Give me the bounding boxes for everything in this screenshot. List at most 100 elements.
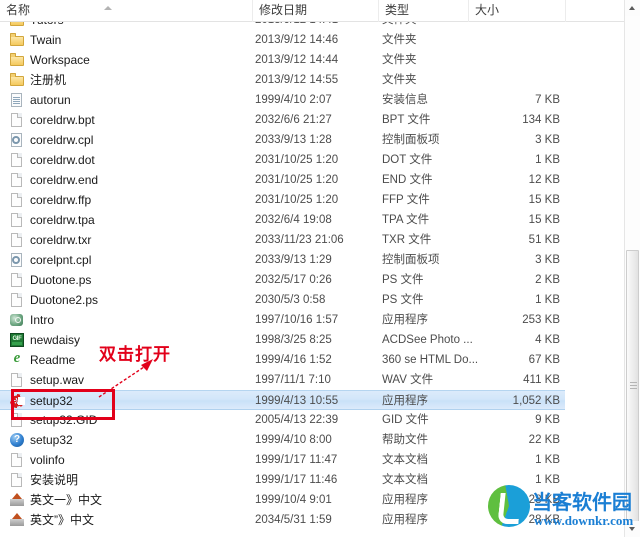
column-header-spacer [566,0,612,22]
file-name-cell: 注册机 [30,73,67,87]
column-header-size-label: 大小 [475,3,500,17]
table-row[interactable]: coreldrw.tpa 2032/6/4 19:08 TPA 文件 15 KB [0,210,612,230]
file-name-cell: Intro [30,313,55,327]
date-modified-cell: 2031/10/25 1:20 [255,194,339,206]
watermark-logo-icon [488,485,530,527]
file-name-cell: coreldrw.dot [30,153,95,167]
column-header-type-label: 类型 [385,3,410,17]
vertical-scrollbar[interactable] [624,0,640,537]
table-row[interactable]: setup32 1999/4/13 10:55 应用程序 1,052 KB [0,390,565,410]
table-row[interactable]: Workspace 2013/9/12 14:44 文件夹 [0,50,612,70]
file-size-cell: 1,052 KB [512,395,560,407]
file-size-cell: 2 KB [535,274,560,286]
file-name-cell: 安装说明 [30,473,79,487]
file-size-cell: 134 KB [522,114,560,126]
date-modified-cell: 2032/6/4 19:08 [255,214,332,226]
table-row[interactable]: setup.wav 1997/11/1 7:10 WAV 文件 411 KB [0,370,612,390]
watermark-title: 当客软件园 [532,490,632,514]
sort-ascending-icon [104,6,112,10]
date-modified-cell: 1997/10/16 1:57 [255,314,339,326]
table-row[interactable]: setup32 1999/4/10 8:00 帮助文件 22 KB [0,430,612,450]
date-modified-cell: 2013/9/12 14:46 [255,34,339,46]
date-modified-cell: 2031/10/25 1:20 [255,174,339,186]
file-type-cell: 文件夹 [382,34,417,46]
file-type-cell: 应用程序 [382,494,428,506]
file-explorer-list-view: 名称 修改日期 类型 大小 Tutors2013/9/12 14:41文件夹Tw… [0,0,640,537]
date-modified-cell: 1999/4/10 2:07 [255,94,332,106]
file-name-cell: Duotone2.ps [30,293,99,307]
scrollbar-grip-icon [630,382,637,390]
date-modified-cell: 2030/5/3 0:58 [255,294,326,306]
date-modified-cell: 2034/5/31 1:59 [255,514,332,526]
table-row[interactable]: coreldrw.end 2031/10/25 1:20 END 文件 12 KB [0,170,612,190]
file-size-cell: 1 KB [535,154,560,166]
column-header-name-label: 名称 [6,3,31,17]
table-row[interactable]: setup32.GID 2005/4/13 22:39 GID 文件 9 KB [0,410,612,430]
table-row[interactable]: Duotone2.ps 2030/5/3 0:58 PS 文件 1 KB [0,290,612,310]
table-row[interactable]: coreldrw.txr 2033/11/23 21:06 TXR 文件 51 KB [0,230,612,250]
table-row[interactable]: coreldrw.dot 2031/10/25 1:20 DOT 文件 1 KB [0,150,612,170]
file-type-cell: BPT 文件 [382,114,431,126]
file-size-cell: 9 KB [535,414,560,426]
file-size-cell: 3 KB [535,134,560,146]
date-modified-cell: 2005/4/13 22:39 [255,414,339,426]
table-row[interactable]: coreldrw.cpl 2033/9/13 1:28 控制面板项 3 KB [0,130,612,150]
table-row[interactable]: Readme1999/4/16 1:52360 se HTML Do...67 … [0,350,612,370]
watermark-url: www.downkr.com [534,513,634,528]
table-row[interactable]: coreldrw.bpt 2032/6/6 21:27 BPT 文件 134 KB [0,110,612,130]
table-row[interactable]: Twain 2013/9/12 14:46 文件夹 [0,30,612,50]
file-size-cell [470,30,560,50]
file-name-cell: coreldrw.bpt [30,113,95,127]
table-row[interactable]: Duotone.ps 2032/5/17 0:26 PS 文件 2 KB [0,270,612,290]
file-size-cell: 411 KB [523,374,560,386]
date-modified-cell: 1997/11/1 7:10 [255,374,331,386]
table-row[interactable]: 注册机 2013/9/12 14:55 文件夹 [0,70,612,90]
table-row[interactable]: volinfo 1999/1/17 11:47 文本文档 1 KB [0,450,612,470]
column-header-date-modified[interactable]: 修改日期 [253,0,379,22]
file-type-cell: 文本文档 [382,474,428,486]
date-modified-cell: 2031/10/25 1:20 [255,154,339,166]
date-modified-cell: 1998/3/25 8:25 [255,334,332,346]
file-type-cell: 文本文档 [382,454,428,466]
date-modified-cell: 1999/10/4 9:01 [255,494,332,506]
date-modified-cell: 2013/9/12 14:55 [255,74,339,86]
file-type-cell: PS 文件 [382,274,424,286]
file-size-cell [470,50,560,70]
file-name-cell: Twain [30,33,62,47]
column-header-size[interactable]: 大小 [469,0,566,22]
file-name-cell: 英文一》中文 [30,493,103,507]
scroll-up-arrow-icon[interactable] [625,0,640,16]
file-name-cell: volinfo [30,453,65,467]
column-header-name[interactable]: 名称 [0,0,253,22]
date-modified-cell: 1999/1/17 11:47 [255,454,338,466]
watermark: 当客软件园 www.downkr.com [488,483,638,535]
file-type-cell: 应用程序 [382,395,428,407]
scrollbar-thumb[interactable] [626,250,639,522]
date-modified-cell: 1999/4/13 10:55 [255,395,339,407]
file-type-cell: PS 文件 [382,294,424,306]
column-header-bar: 名称 修改日期 类型 大小 [0,0,640,22]
table-row[interactable]: autorun 1999/4/10 2:07 安装信息 7 KB [0,90,612,110]
table-row[interactable]: corelpnt.cpl 2033/9/13 1:29 控制面板项 3 KB [0,250,612,270]
table-row[interactable]: coreldrw.ffp 2031/10/25 1:20 FFP 文件 15 KB [0,190,612,210]
file-list[interactable]: Tutors 2013/9/12 14:41 文件夹 Twain 2013/9/12 1… [0,22,612,537]
file-name-cell: coreldrw.ffp [30,193,92,207]
table-row[interactable]: Tutors 2013/9/12 14:41 文件夹 [0,22,612,30]
table-row[interactable]: Intro 1997/10/16 1:57 应用程序 253 KB [0,310,612,330]
file-size-cell: 253 KB [522,314,560,326]
file-size-cell: 12 KB [528,174,560,186]
date-modified-cell: 2033/9/13 1:28 [255,134,332,146]
file-size-cell: 15 KB [528,214,560,226]
date-modified-cell: 2032/6/6 21:27 [255,114,332,126]
file-type-cell: 应用程序 [382,514,428,526]
file-type-cell: FFP 文件 [382,194,430,206]
file-name-cell: setup32 [30,433,73,447]
file-type-cell: 安装信息 [382,94,428,106]
date-modified-cell: 2013/9/12 14:41 [255,22,375,30]
file-size-cell: 7 KB [535,94,560,106]
table-row[interactable]: newdaisy1998/3/25 8:25ACDSee Photo ...4 … [0,330,612,350]
file-type-cell: TXR 文件 [382,234,432,246]
column-header-type[interactable]: 类型 [379,0,469,22]
date-modified-cell: 2033/11/23 21:06 [255,234,344,246]
file-name-cell: coreldrw.txr [30,233,92,247]
